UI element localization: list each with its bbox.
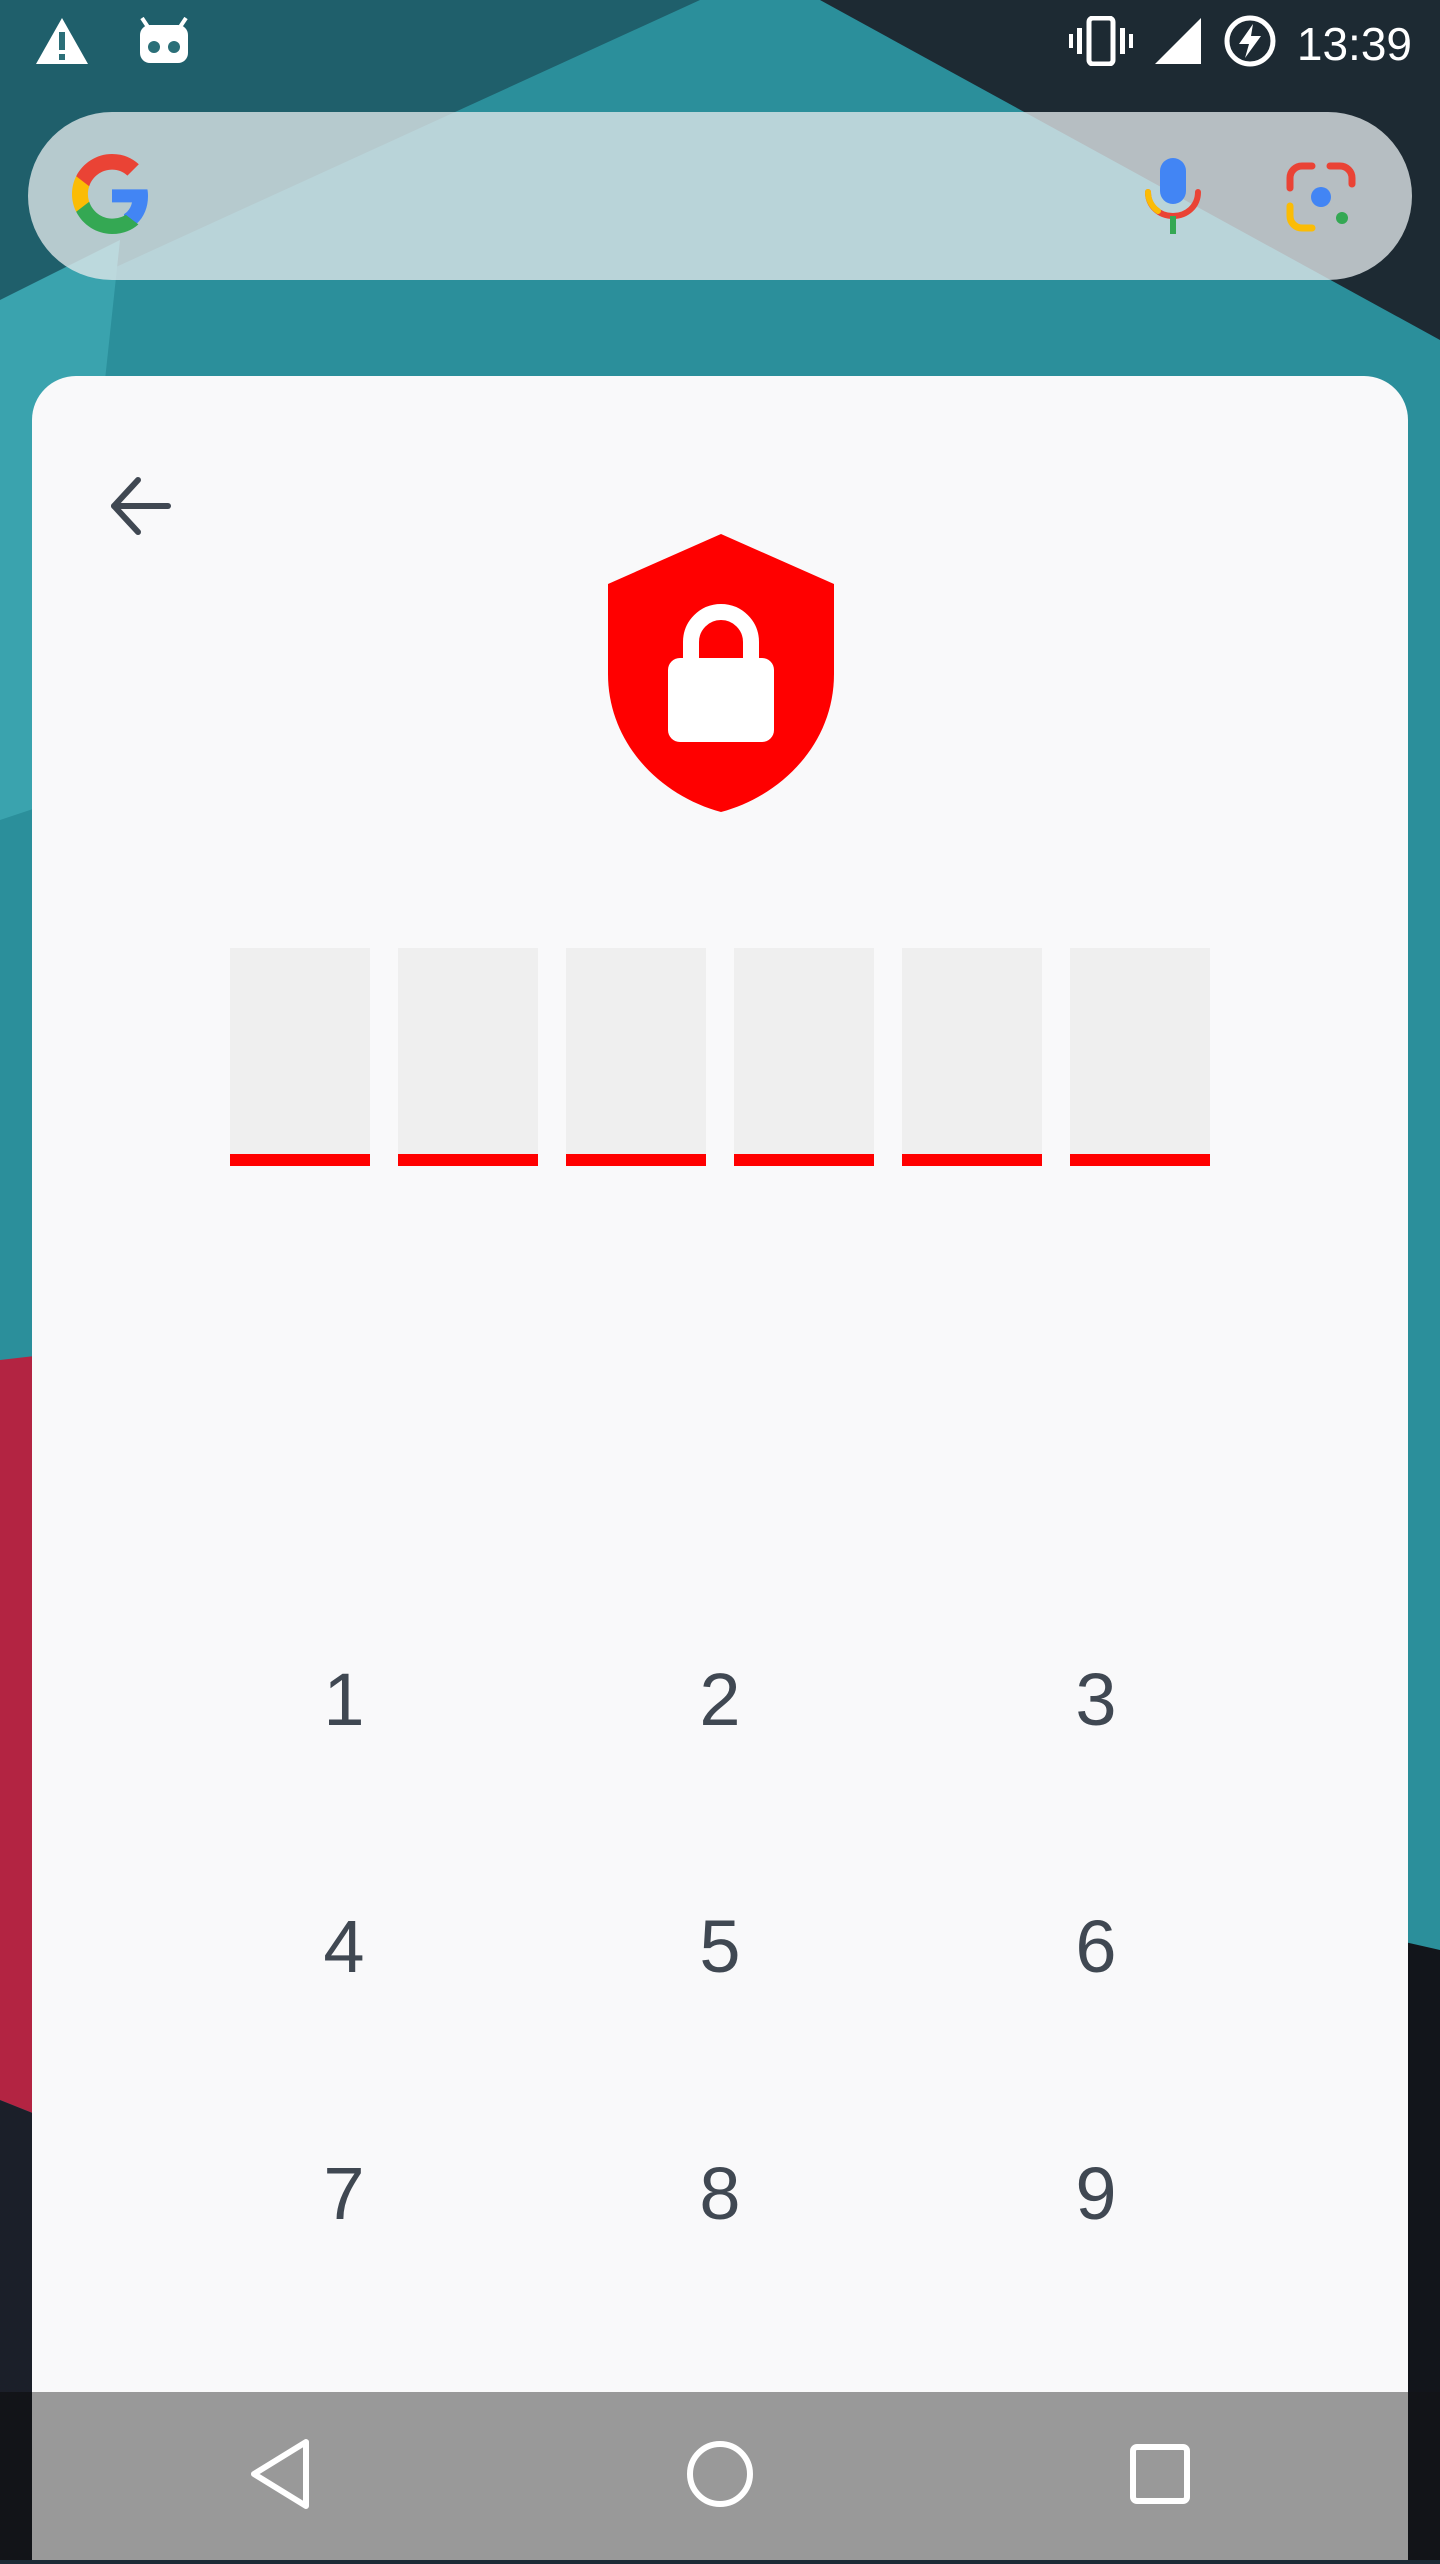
key-3[interactable]: 3 <box>908 1576 1284 1823</box>
signal-icon <box>1153 16 1203 71</box>
nav-back-button[interactable] <box>220 2416 340 2536</box>
navigation-bar <box>32 2392 1408 2560</box>
lens-icon[interactable] <box>1286 162 1356 237</box>
key-6[interactable]: 6 <box>908 1823 1284 2070</box>
pin-digit-box[interactable] <box>1070 948 1210 1166</box>
shield-lock-icon <box>606 534 836 819</box>
back-triangle-icon <box>248 2438 312 2515</box>
key-5[interactable]: 5 <box>532 1823 908 2070</box>
key-8[interactable]: 8 <box>532 2070 908 2317</box>
recents-square-icon <box>1128 2442 1192 2511</box>
nav-bar-edge-left <box>0 2392 32 2560</box>
google-search-bar[interactable] <box>28 112 1412 280</box>
pin-digit-box[interactable] <box>566 948 706 1166</box>
pin-entry-sheet: 1 2 3 4 5 6 7 8 9 0 <box>32 376 1408 2482</box>
vibrate-icon <box>1068 15 1133 71</box>
nav-home-button[interactable] <box>660 2416 780 2536</box>
pin-digit-box[interactable] <box>230 948 370 1166</box>
home-circle-icon <box>684 2438 756 2515</box>
key-9[interactable]: 9 <box>908 2070 1284 2317</box>
key-1[interactable]: 1 <box>156 1576 532 1823</box>
key-4[interactable]: 4 <box>156 1823 532 2070</box>
nav-bar-edge-right <box>1408 2392 1440 2560</box>
nav-recents-button[interactable] <box>1100 2416 1220 2536</box>
pin-digit-box[interactable] <box>734 948 874 1166</box>
pin-digit-box[interactable] <box>902 948 1042 1166</box>
back-button[interactable] <box>92 460 188 556</box>
key-7[interactable]: 7 <box>156 2070 532 2317</box>
android-robot-icon <box>136 16 192 70</box>
arrow-left-icon <box>108 476 172 541</box>
pin-input-row[interactable] <box>230 948 1210 1166</box>
battery-charging-icon <box>1223 14 1277 73</box>
key-2[interactable]: 2 <box>532 1576 908 1823</box>
google-g-icon <box>70 154 154 243</box>
warning-icon <box>34 16 90 71</box>
pin-digit-box[interactable] <box>398 948 538 1166</box>
status-bar: 13:39 <box>0 0 1440 84</box>
status-time: 13:39 <box>1296 17 1412 70</box>
microphone-icon[interactable] <box>1138 156 1208 241</box>
